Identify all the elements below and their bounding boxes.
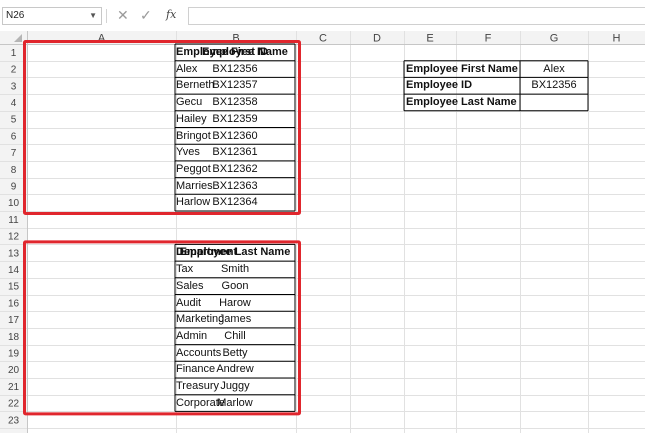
table2-cell[interactable]: Smith [175,261,295,278]
column-header-c[interactable]: C [319,33,327,45]
name-box[interactable]: N26 ▼ [2,7,102,25]
table2-cell[interactable]: Harow [175,295,295,312]
chevron-down-icon[interactable]: ▼ [89,8,97,24]
formula-bar: N26 ▼ ✕ ✓ fx [0,0,645,31]
column-header-e[interactable]: E [426,33,433,45]
lookup-label-cell[interactable]: Employee First Name [404,61,520,78]
row-header-18[interactable]: 18 [8,332,20,343]
lookup-value-cell[interactable] [520,94,588,111]
row-header-11[interactable]: 11 [8,215,19,226]
table1-cell[interactable]: BX12364 [175,194,295,211]
row-header-7[interactable]: 7 [11,148,17,159]
column-header-h[interactable]: H [613,33,621,45]
row-header-1[interactable]: 1 [11,48,17,59]
row-header-17[interactable]: 17 [8,315,20,326]
table1-cell[interactable]: BX12357 [175,77,295,94]
column-header-g[interactable]: G [550,33,559,45]
table1-header-cell[interactable]: Employee ID [175,44,295,61]
check-icon[interactable]: ✓ [140,6,152,24]
row-header-8[interactable]: 8 [11,165,17,176]
row-header-13[interactable]: 13 [8,248,20,259]
row-header-10[interactable]: 10 [8,198,20,209]
table1-cell[interactable]: BX12360 [175,128,295,145]
row-header-2[interactable]: 2 [11,65,17,76]
row-header-6[interactable]: 6 [11,131,17,142]
row-header-19[interactable]: 19 [8,348,20,359]
row-header-22[interactable]: 22 [8,399,20,410]
formula-bar-divider [106,9,107,23]
table2-cell[interactable]: Juggy [175,378,295,395]
row-header-21[interactable]: 21 [8,382,20,393]
lookup-value-cell[interactable]: Alex [520,61,588,78]
table2-cell[interactable]: Andrew [175,361,295,378]
table1-cell[interactable]: BX12356 [175,61,295,78]
row-header-20[interactable]: 20 [8,365,20,376]
row-header-15[interactable]: 15 [8,282,20,293]
row-header-4[interactable]: 4 [11,98,17,109]
table1-cell[interactable]: BX12362 [175,161,295,178]
column-header-d[interactable]: D [373,33,381,45]
table1-cell[interactable]: BX12359 [175,111,295,128]
row-header-16[interactable]: 16 [8,298,20,309]
column-header-f[interactable]: F [485,33,492,45]
row-header-23[interactable]: 23 [8,415,20,426]
table2-header-cell[interactable]: Employee Last Name [175,244,295,261]
table2-cell[interactable]: James [175,311,295,328]
x-icon[interactable]: ✕ [117,6,129,24]
name-box-value: N26 [6,10,25,21]
row-header-14[interactable]: 14 [8,265,20,276]
row-header-9[interactable]: 9 [11,181,17,192]
row-header-12[interactable]: 12 [8,232,20,243]
table1-cell[interactable]: BX12361 [175,144,295,161]
table2-cell[interactable]: Betty [175,345,295,362]
table2-cell[interactable]: Chill [175,328,295,345]
spreadsheet-grid[interactable]: A B C D E F G H 1 2 3 4 5 6 7 8 9 10 11 12 13 14 15 16 17 18 19 20 2… [0,31,645,433]
lookup-label-cell[interactable]: Employee Last Name [404,94,520,111]
table2-cell[interactable]: Goon [175,278,295,295]
formula-input[interactable] [188,7,645,25]
function-icon[interactable]: fx [166,6,176,24]
row-header-3[interactable]: 3 [11,81,17,92]
table1-cell[interactable]: BX12358 [175,94,295,111]
row-header-5[interactable]: 5 [11,115,17,126]
table2-cell[interactable]: Marlow [175,395,295,412]
lookup-value-cell[interactable]: BX12356 [520,77,588,94]
lookup-label-cell[interactable]: Employee ID [404,77,520,94]
table1-cell[interactable]: BX12363 [175,178,295,195]
